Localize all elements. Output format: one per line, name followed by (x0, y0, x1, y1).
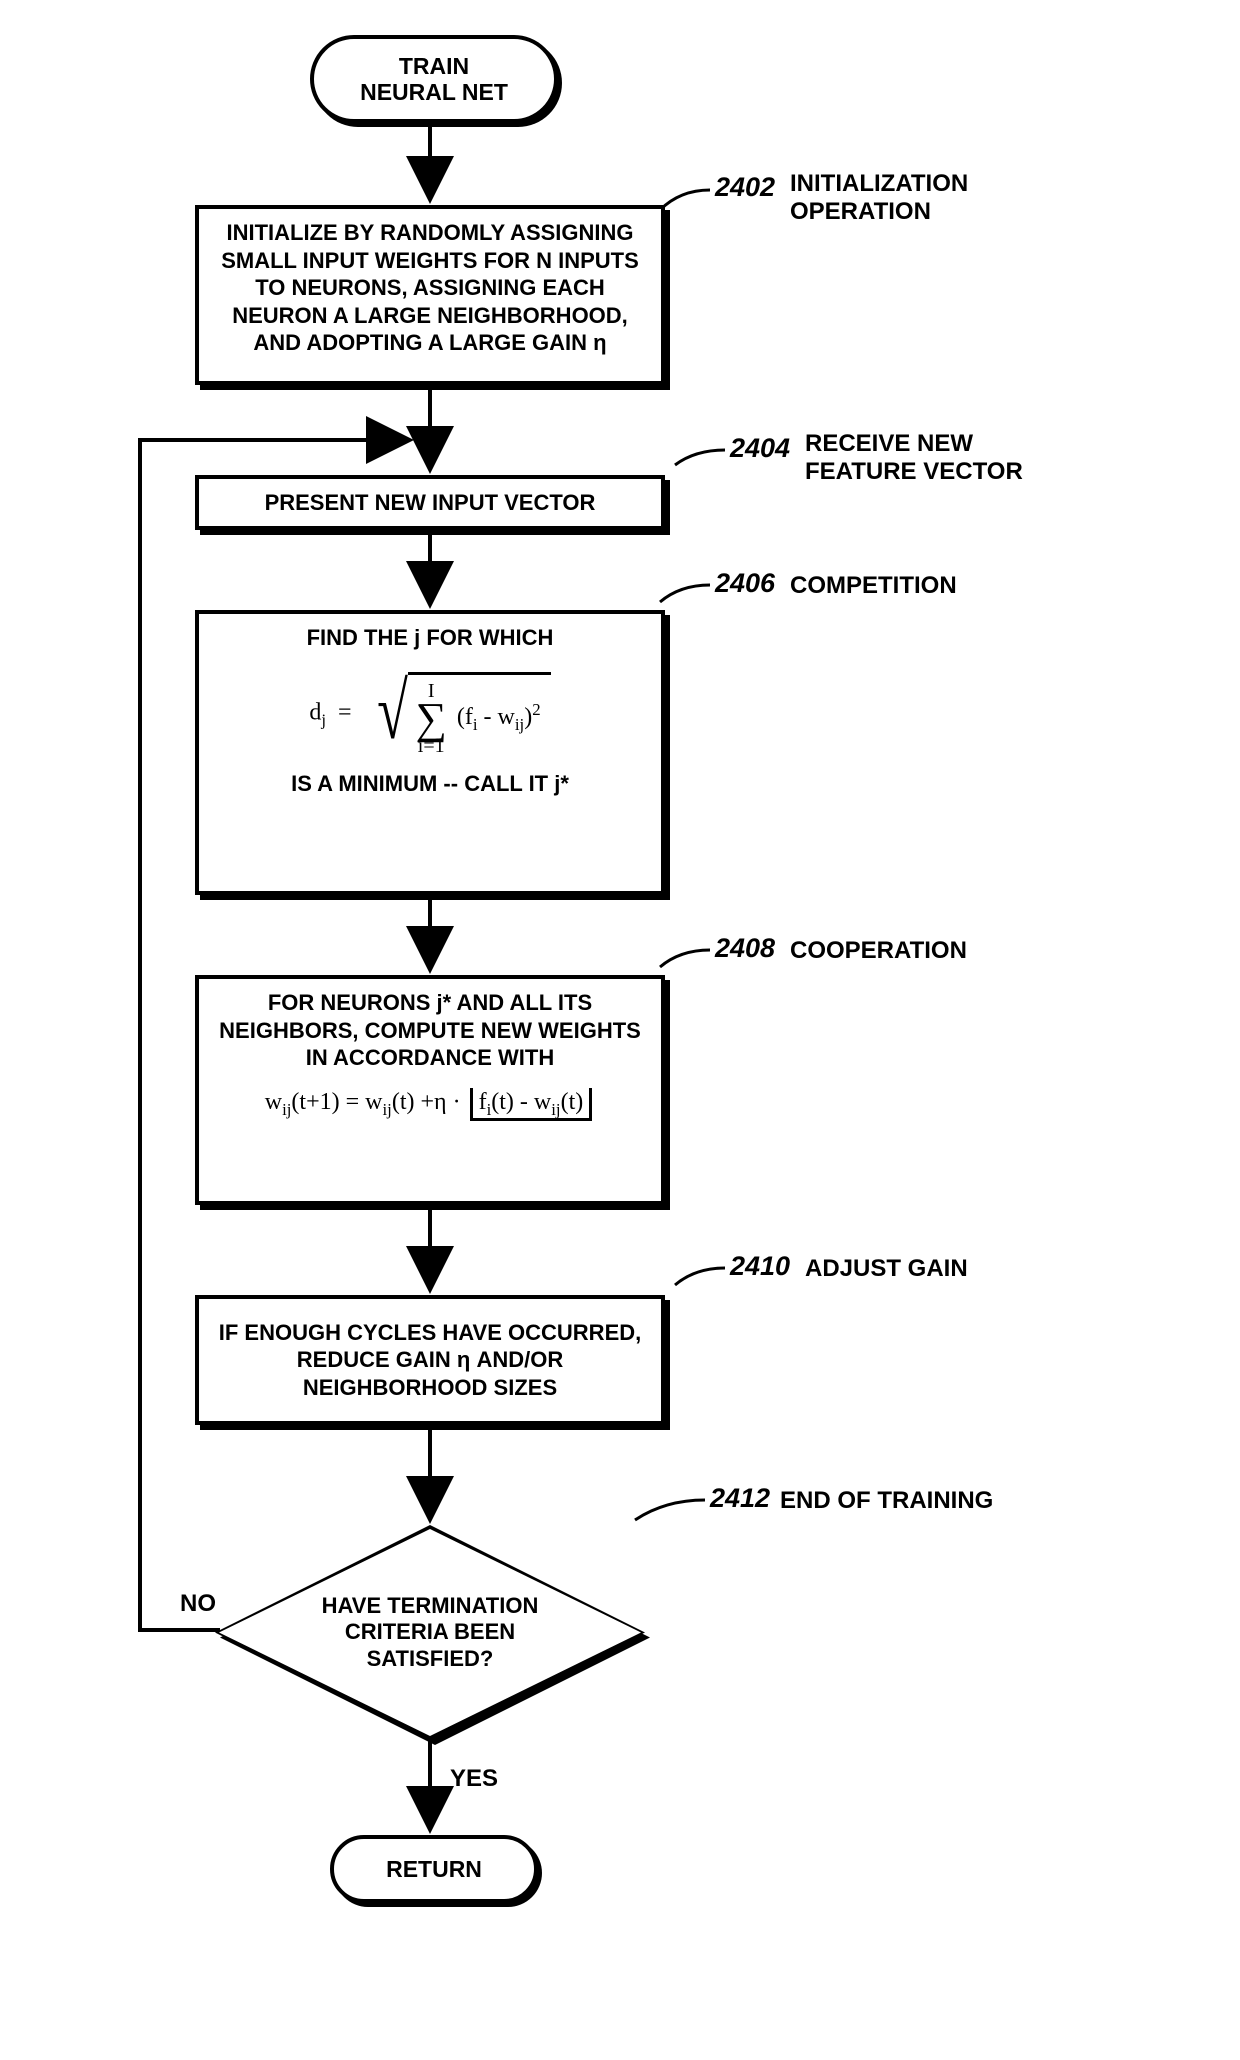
decision-2412: HAVE TERMINATION CRITERIA BEEN SATISFIED… (215, 1525, 645, 1740)
ref-2412: 2412 (710, 1483, 770, 1514)
step-2410-text: IF ENOUGH CYCLES HAVE OCCURRED, REDUCE G… (213, 1319, 647, 1402)
edge-yes: YES (450, 1765, 498, 1793)
formula-2408: wij(t+1) = wij(t) +η · fi(t) - wij(t) (265, 1088, 596, 1122)
step-2408-top: FOR NEURONS j* AND ALL ITS NEIGHBORS, CO… (213, 989, 647, 1072)
step-2404-text: PRESENT NEW INPUT VECTOR (265, 489, 596, 517)
terminal-start: TRAIN NEURAL NET (310, 35, 558, 123)
ref-2406: 2406 (715, 568, 775, 599)
ref-2408: 2408 (715, 933, 775, 964)
ref-2402: 2402 (715, 172, 775, 203)
label-2408: COOPERATION (790, 937, 967, 965)
formula-2406: dj = √ I ∑ i=1 (fi - wij)2 (309, 672, 550, 756)
step-2404: PRESENT NEW INPUT VECTOR (195, 475, 665, 530)
step-2406-bottom: IS A MINIMUM -- CALL IT j* (213, 770, 647, 798)
label-2410: ADJUST GAIN (805, 1255, 968, 1283)
label-2404: RECEIVE NEW FEATURE VECTOR (805, 430, 1065, 485)
step-2410: IF ENOUGH CYCLES HAVE OCCURRED, REDUCE G… (195, 1295, 665, 1425)
label-2412: END OF TRAINING (780, 1487, 993, 1515)
terminal-end-text: RETURN (386, 1856, 482, 1882)
step-2402: INITIALIZE BY RANDOMLY ASSIGNING SMALL I… (195, 205, 665, 385)
ref-2410: 2410 (730, 1251, 790, 1282)
ref-2404: 2404 (730, 433, 790, 464)
step-2408: FOR NEURONS j* AND ALL ITS NEIGHBORS, CO… (195, 975, 665, 1205)
step-2406: FIND THE j FOR WHICH dj = √ I ∑ i=1 (fi … (195, 610, 665, 895)
terminal-start-line2: NEURAL NET (360, 79, 508, 105)
step-2406-top: FIND THE j FOR WHICH (213, 624, 647, 652)
terminal-start-line1: TRAIN (399, 53, 469, 79)
label-2402: INITIALIZATION OPERATION (790, 170, 1030, 225)
step-2402-text: INITIALIZE BY RANDOMLY ASSIGNING SMALL I… (221, 220, 639, 355)
edge-no: NO (180, 1590, 216, 1618)
decision-2412-text: HAVE TERMINATION CRITERIA BEEN SATISFIED… (282, 1593, 577, 1672)
flowchart-canvas: TRAIN NEURAL NET INITIALIZE BY RANDOMLY … (120, 20, 1120, 2040)
label-2406: COMPETITION (790, 572, 957, 600)
terminal-end: RETURN (330, 1835, 538, 1903)
